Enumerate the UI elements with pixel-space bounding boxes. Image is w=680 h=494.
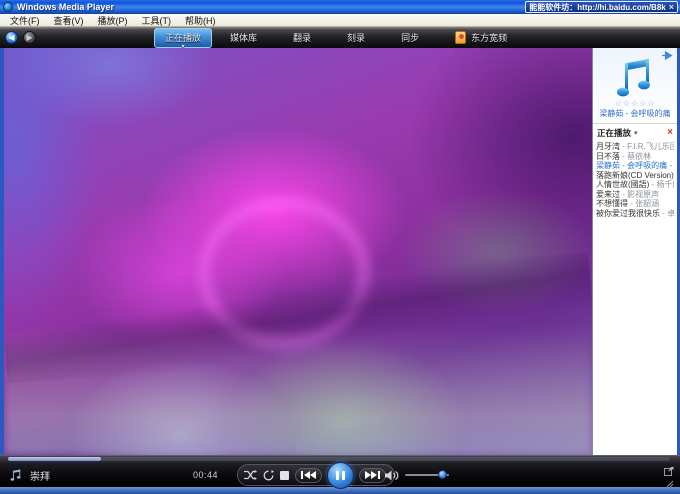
track-artist: 卓文萱: [667, 209, 674, 218]
playlist-item[interactable]: 爱来过 - 影视原声: [596, 190, 674, 200]
title-banner-ad[interactable]: 能能软件坊：http://hi.baidu.com/B8k ×: [525, 1, 678, 13]
back-arrow-icon: ◀: [6, 32, 17, 43]
menu-item[interactable]: 查看(V): [48, 14, 90, 27]
track-title: 人情世故(國語): [596, 180, 649, 189]
stop-button[interactable]: [280, 471, 289, 480]
tab-item[interactable]: 同步: [383, 31, 437, 44]
track-title: 不想懂得: [596, 199, 628, 208]
feature-tabs: 正在播放 媒体库 翻录 刻录 同步 东方宽频: [154, 28, 525, 48]
tab-item[interactable]: 媒体库: [212, 31, 275, 44]
seek-progress: [8, 457, 101, 461]
wmp-logo-icon: [3, 2, 13, 12]
nav-bar: ◀ ▶ 正在播放 媒体库 翻录 刻录 同步 东方宽频: [0, 27, 680, 48]
tab-item[interactable]: 刻录: [329, 31, 383, 44]
track-title: 被你爱过我很快乐: [596, 209, 660, 218]
tab-label: 刻录: [347, 31, 365, 44]
pause-icon: [328, 463, 353, 488]
viz-haze-shape: [4, 325, 592, 455]
playlist-header-title[interactable]: 正在播放: [597, 127, 631, 139]
content-area: ☆☆☆☆☆ 梁静茹 - 会呼吸的痛 正在播放 ▾ × 月牙湾 - F.I.R.飞…: [0, 48, 680, 455]
track-artist: 杨千嬅: [656, 180, 674, 189]
volume-thumb[interactable]: [438, 470, 447, 479]
playlist-item[interactable]: 被你爱过我很快乐 - 卓文萱: [596, 209, 674, 219]
pause-button[interactable]: [327, 462, 354, 489]
playlist-header: 正在播放 ▾ ×: [593, 123, 677, 141]
transport-bar: 崇拜 00:44: [0, 455, 680, 487]
back-button[interactable]: ◀: [5, 31, 18, 44]
menu-item[interactable]: 文件(F): [4, 14, 46, 27]
tab-item[interactable]: 翻录: [275, 31, 329, 44]
playlist-item[interactable]: 月牙湾 - F.I.R.飞儿乐团: [596, 142, 674, 152]
mute-button[interactable]: [385, 470, 399, 481]
tab-label: 翻录: [293, 31, 311, 44]
track-artist: 蔡依林: [627, 152, 651, 161]
forward-arrow-icon: ▶: [24, 32, 35, 43]
track-title: 梁静茹 - 会呼吸的痛: [596, 161, 667, 170]
wmp-window: Windows Media Player 能能软件坊：http://hi.bai…: [0, 0, 680, 494]
menu-item[interactable]: 帮助(H): [179, 14, 222, 27]
playlist-item[interactable]: 落跑新娘(CD Version) - 刘若英: [596, 171, 674, 181]
tab-item[interactable]: 东方宽频: [437, 31, 525, 44]
volume-slider[interactable]: [405, 474, 449, 476]
tab-label: 媒体库: [230, 31, 257, 44]
track-title: 月牙湾: [596, 142, 620, 151]
status-text: 崇拜: [30, 468, 50, 483]
next-button[interactable]: [359, 468, 386, 483]
seek-bar[interactable]: [8, 457, 670, 461]
status-note-icon: [10, 469, 22, 482]
current-track-link[interactable]: 梁静茹 - 会呼吸的痛: [593, 108, 677, 120]
media-info-section: ☆☆☆☆☆ 梁静茹 - 会呼吸的痛: [593, 48, 677, 123]
transport-controls: [237, 464, 395, 486]
resize-grip-icon[interactable]: [666, 480, 674, 488]
tab-label: 同步: [401, 31, 419, 44]
track-title: 日不落: [596, 152, 620, 161]
switch-display-icon[interactable]: [664, 467, 674, 476]
playlist-item[interactable]: 不想懂得 - 张韶涵: [596, 199, 674, 209]
menu-bar: 文件(F)查看(V)播放(P)工具(T)帮助(H): [0, 14, 680, 27]
go-arrow-icon[interactable]: [662, 51, 673, 60]
separator: -: [667, 161, 674, 170]
menu-item[interactable]: 播放(P): [92, 14, 134, 27]
track-artist: 影视原声: [627, 190, 659, 199]
playlist-item[interactable]: 日不落 - 蔡依林: [596, 152, 674, 162]
chevron-down-icon[interactable]: ▾: [634, 129, 667, 137]
playlist-item[interactable]: 人情世故(國語) - 杨千嬅: [596, 180, 674, 190]
banner-text: 能能软件坊：http://hi.baidu.com/B8k: [529, 2, 665, 13]
tab-label: 正在播放: [165, 31, 201, 44]
track-title: 爱来过: [596, 190, 620, 199]
close-playlist-icon[interactable]: ×: [667, 128, 673, 138]
now-playing-panel: ☆☆☆☆☆ 梁静茹 - 会呼吸的痛 正在播放 ▾ × 月牙湾 - F.I.R.飞…: [592, 48, 677, 455]
repeat-button[interactable]: [263, 470, 274, 481]
track-artist: 张韶涵: [635, 199, 659, 208]
track-artist: F.I.R.飞儿乐团: [627, 142, 674, 151]
visualization-area[interactable]: [4, 48, 592, 455]
forward-button[interactable]: ▶: [23, 31, 36, 44]
album-art-note-icon: [593, 58, 677, 100]
online-store-icon: [455, 31, 466, 44]
elapsed-time: 00:44: [193, 470, 218, 480]
tab-active[interactable]: 正在播放: [154, 28, 212, 48]
menu-item[interactable]: 工具(T): [136, 14, 178, 27]
playlist: 月牙湾 - F.I.R.飞儿乐团日不落 - 蔡依林梁静茹 - 会呼吸的痛 - 梁…: [593, 141, 677, 219]
window-title: Windows Media Player: [17, 2, 114, 12]
banner-close-icon[interactable]: ×: [669, 3, 674, 12]
tab-label: 东方宽频: [471, 31, 507, 44]
title-bar: Windows Media Player 能能软件坊：http://hi.bai…: [0, 0, 680, 14]
track-title: 落跑新娘(CD Version): [596, 171, 674, 180]
previous-button[interactable]: [295, 468, 322, 483]
star-rating[interactable]: ☆☆☆☆☆: [593, 100, 677, 108]
shuffle-button[interactable]: [244, 470, 257, 480]
playlist-item-current[interactable]: 梁静茹 - 会呼吸的痛 - 梁静茹: [596, 161, 674, 171]
